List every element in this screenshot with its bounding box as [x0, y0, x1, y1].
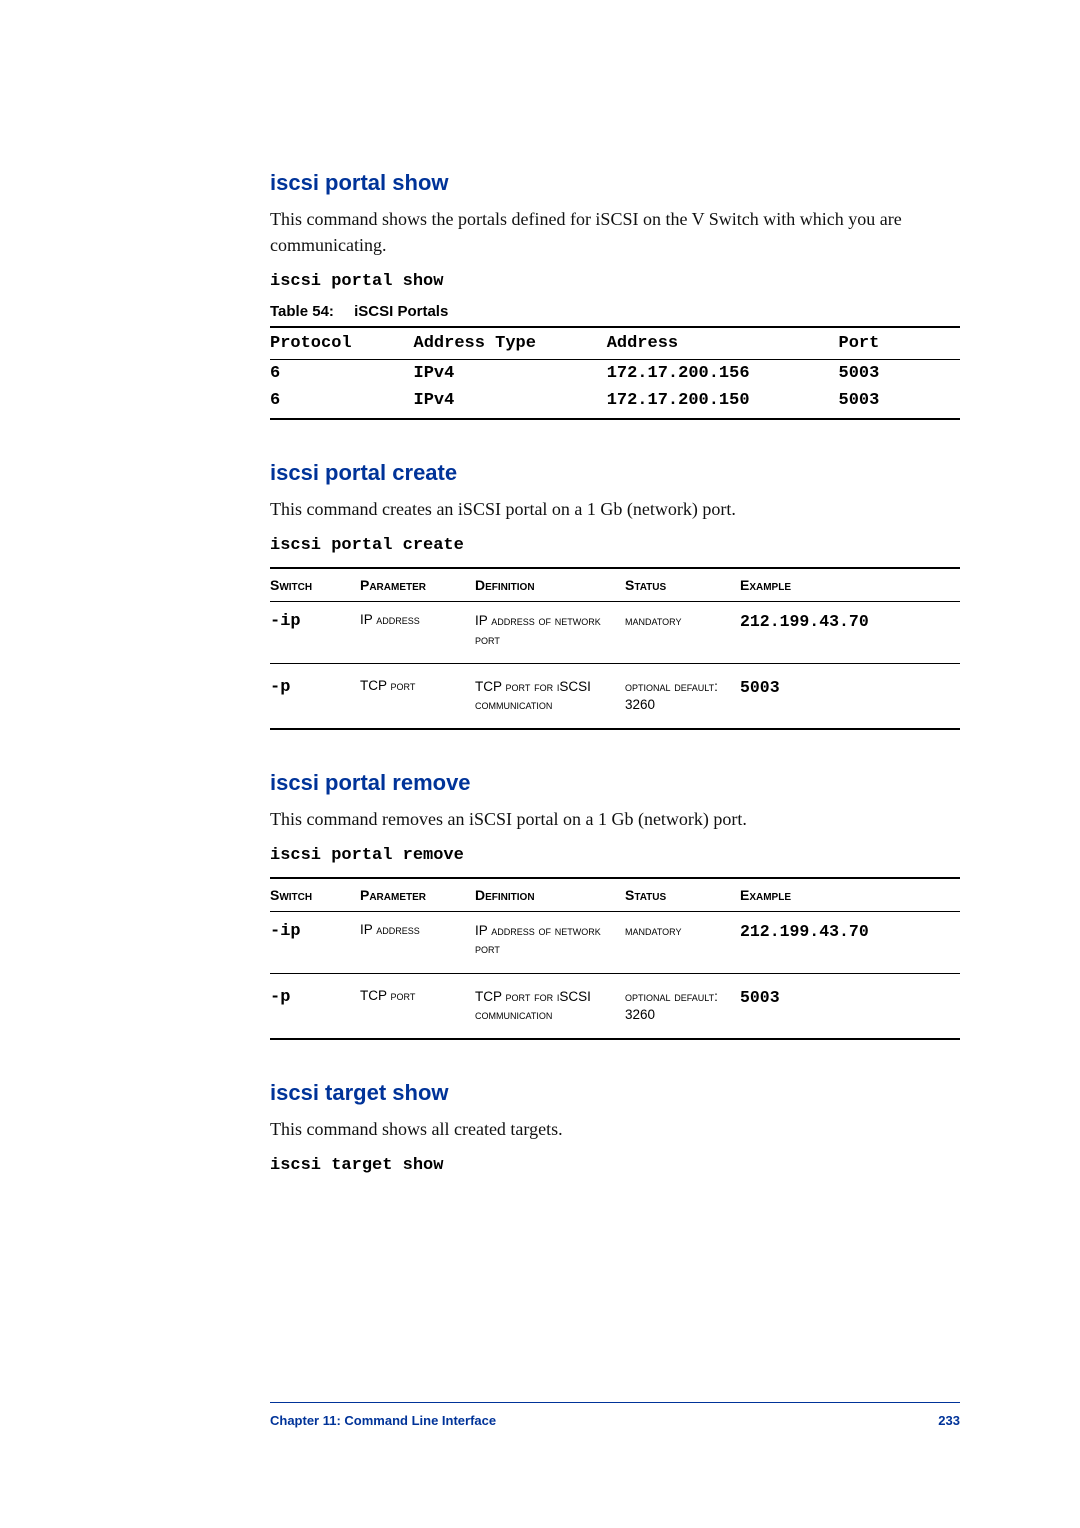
cell-parameter: TCP port [360, 663, 475, 729]
desc-portal-remove: This command removes an iSCSI portal on … [270, 806, 960, 832]
col-status: Status [625, 878, 740, 912]
portals-table: Protocol Address Type Address Port 6 IPv… [270, 326, 960, 420]
cell-protocol: 6 [270, 387, 414, 419]
table-row: 6 IPv4 172.17.200.156 5003 [270, 360, 960, 388]
cell-example: 212.199.43.70 [740, 602, 960, 663]
cell-protocol: 6 [270, 360, 414, 388]
col-parameter: Parameter [360, 878, 475, 912]
desc-portal-show: This command shows the portals defined f… [270, 206, 960, 258]
cell-port: 5003 [839, 387, 960, 419]
cell-parameter: IP address [360, 912, 475, 973]
cell-address: 172.17.200.150 [607, 387, 839, 419]
section-target-show: iscsi target show This command shows all… [270, 1080, 960, 1175]
cell-status: mandatory [625, 602, 740, 663]
cell-status: mandatory [625, 912, 740, 973]
heading-portal-remove: iscsi portal remove [270, 770, 960, 796]
footer-chapter: Chapter 11: Command Line Interface [270, 1413, 496, 1428]
cell-switch: -ip [270, 912, 360, 973]
desc-target-show: This command shows all created targets. [270, 1116, 960, 1142]
section-portal-show: iscsi portal show This command shows the… [270, 170, 960, 420]
col-switch: Switch [270, 568, 360, 602]
col-example: Example [740, 568, 960, 602]
cell-example: 5003 [740, 973, 960, 1039]
table-title: iSCSI Portals [354, 303, 448, 320]
cell-definition: IP address of network port [475, 912, 625, 973]
cell-switch: -p [270, 663, 360, 729]
col-switch: Switch [270, 878, 360, 912]
cell-definition: IP address of network port [475, 602, 625, 663]
col-addrtype: Address Type [414, 327, 607, 360]
col-status: Status [625, 568, 740, 602]
page-body: iscsi portal show This command shows the… [0, 0, 1080, 1275]
heading-target-show: iscsi target show [270, 1080, 960, 1106]
create-params-table: Switch Parameter Definition Status Examp… [270, 567, 960, 730]
cell-addrtype: IPv4 [414, 360, 607, 388]
col-address: Address [607, 327, 839, 360]
cell-status: optional default: 3260 [625, 663, 740, 729]
table-row: -ip IP address IP address of network por… [270, 602, 960, 663]
cell-status: optional default: 3260 [625, 973, 740, 1039]
cell-parameter: TCP port [360, 973, 475, 1039]
cell-addrtype: IPv4 [414, 387, 607, 419]
cell-parameter: IP address [360, 602, 475, 663]
heading-portal-create: iscsi portal create [270, 460, 960, 486]
col-parameter: Parameter [360, 568, 475, 602]
section-portal-create: iscsi portal create This command creates… [270, 460, 960, 730]
cell-port: 5003 [839, 360, 960, 388]
table-row: 6 IPv4 172.17.200.150 5003 [270, 387, 960, 419]
cell-definition: TCP port for iSCSI communication [475, 663, 625, 729]
desc-portal-create: This command creates an iSCSI portal on … [270, 496, 960, 522]
portals-table-caption: Table 54: iSCSI Portals [270, 303, 960, 320]
cell-address: 172.17.200.156 [607, 360, 839, 388]
cmd-portal-remove: iscsi portal remove [270, 846, 960, 865]
col-example: Example [740, 878, 960, 912]
cell-example: 5003 [740, 663, 960, 729]
cell-switch: -ip [270, 602, 360, 663]
cell-example: 212.199.43.70 [740, 912, 960, 973]
col-port: Port [839, 327, 960, 360]
footer-page-number: 233 [938, 1413, 960, 1428]
heading-portal-show: iscsi portal show [270, 170, 960, 196]
remove-params-table: Switch Parameter Definition Status Examp… [270, 877, 960, 1040]
col-definition: Definition [475, 878, 625, 912]
cmd-portal-show: iscsi portal show [270, 272, 960, 291]
section-portal-remove: iscsi portal remove This command removes… [270, 770, 960, 1040]
cell-switch: -p [270, 973, 360, 1039]
table-number: Table 54: [270, 303, 334, 320]
col-definition: Definition [475, 568, 625, 602]
table-row: -p TCP port TCP port for iSCSI communica… [270, 663, 960, 729]
cmd-portal-create: iscsi portal create [270, 536, 960, 555]
cmd-target-show: iscsi target show [270, 1156, 960, 1175]
page-footer: Chapter 11: Command Line Interface 233 [270, 1402, 960, 1428]
cell-definition: TCP port for iSCSI communication [475, 973, 625, 1039]
table-row: -p TCP port TCP port for iSCSI communica… [270, 973, 960, 1039]
col-protocol: Protocol [270, 327, 414, 360]
table-row: -ip IP address IP address of network por… [270, 912, 960, 973]
